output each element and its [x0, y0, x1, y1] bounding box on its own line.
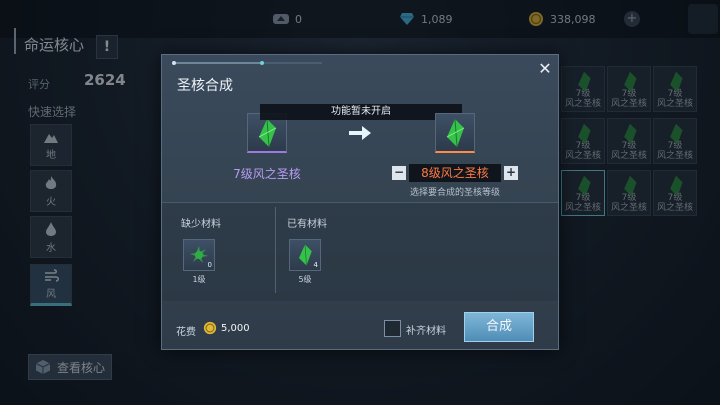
level-stepper: − 8级风之圣核 +	[392, 164, 518, 182]
cost-value: 5,000	[221, 323, 250, 334]
decrease-level-button[interactable]: −	[392, 166, 406, 180]
gold-coin-icon	[203, 321, 217, 335]
synthesize-button[interactable]: 合成	[464, 312, 534, 342]
arrow-right-icon	[349, 126, 371, 140]
materials-section	[162, 203, 558, 301]
material-level: 1级	[192, 275, 206, 284]
increase-level-button[interactable]: +	[504, 166, 518, 180]
source-core-name: 7级风之圣核	[233, 167, 301, 181]
wind-core-gem-icon	[258, 118, 277, 147]
material-count: 4	[313, 261, 318, 269]
target-level-hint: 选择要合成的圣核等级	[409, 188, 500, 198]
close-icon[interactable]: ✕	[537, 61, 553, 77]
auto-fill-label: 补齐材料	[406, 326, 446, 337]
wind-core-gem-icon	[299, 244, 312, 266]
wind-core-gem-icon	[446, 118, 465, 147]
material-level: 5级	[298, 275, 312, 284]
auto-fill-checkbox[interactable]	[384, 320, 401, 337]
dialog-title: 圣核合成	[177, 78, 233, 94]
green-shard-icon	[190, 246, 208, 263]
feature-locked-notice: 功能暂未开启	[260, 104, 462, 120]
missing-material-slot[interactable]: 0	[183, 239, 215, 271]
divider	[275, 207, 276, 293]
missing-materials-label: 缺少材料	[181, 219, 221, 230]
title-decoration	[172, 61, 322, 65]
synthesis-dialog: 圣核合成 ✕ 功能暂未开启 7级风之圣核 − 8级风之圣核 + 选择要合成的圣核…	[161, 54, 559, 350]
cost-label: 花费	[176, 327, 196, 338]
material-count: 0	[207, 261, 212, 269]
owned-material-slot[interactable]: 4	[289, 239, 321, 271]
target-core-name: 8级风之圣核	[409, 164, 501, 182]
target-core-slot[interactable]	[435, 113, 475, 153]
owned-materials-label: 已有材料	[287, 219, 327, 230]
